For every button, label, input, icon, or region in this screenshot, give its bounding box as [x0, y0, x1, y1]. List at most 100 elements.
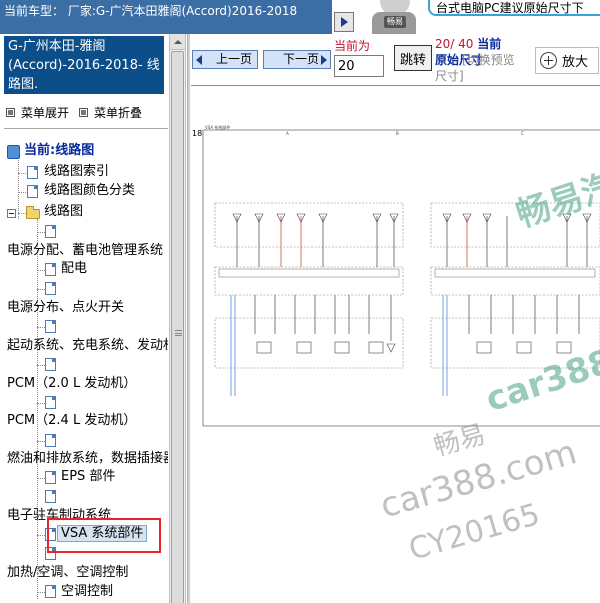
page-toolbar: 上一页 下一页 当前为 跳转 20/ 40 当前 原始尺寸 [切换预览 尺寸] … — [191, 34, 600, 84]
document-icon — [45, 320, 56, 333]
tree-item-eps[interactable]: EPS 部件 — [61, 469, 115, 486]
tree-item-ignition[interactable]: 电源分布、点火开关 — [7, 300, 124, 317]
ad-banner: 畅易 台式电脑PC建议原始尺寸下 — [358, 0, 600, 34]
vehicle-header: 当前车型： 厂家:G-广汽本田雅阁(Accord)2016-2018 — [0, 0, 332, 34]
tree-connector — [37, 441, 45, 442]
tree-current[interactable]: 当前:线路图 — [24, 143, 94, 160]
tree-item-index[interactable]: 线路图索引 — [44, 164, 109, 181]
document-icon — [45, 490, 56, 503]
document-icon — [45, 585, 56, 598]
document-icon — [45, 358, 56, 371]
tree-connector — [37, 535, 45, 536]
unit-b-components — [476, 341, 572, 354]
collapse-icon — [79, 107, 89, 117]
tree-scrollbar[interactable] — [169, 34, 186, 603]
column-mark-c: C — [521, 131, 524, 136]
tree-item-ac-control[interactable]: 空调控制 — [61, 584, 113, 601]
app-window: 当前车型： 厂家:G-广汽本田雅阁(Accord)2016-2018 畅易 台式… — [0, 0, 600, 603]
next-page-label: 下一页 — [282, 52, 319, 66]
tree-item-starting[interactable]: 起动系统、充电系统、发动机 — [7, 338, 168, 355]
arrow-right-icon — [340, 17, 348, 27]
arrow-up-icon — [173, 39, 182, 44]
unit-b-fuse-box — [430, 202, 600, 248]
tree-connector — [37, 403, 45, 404]
arrow-left-icon — [196, 55, 202, 65]
scroll-thumb[interactable] — [171, 51, 184, 603]
unit-a-components — [256, 341, 384, 354]
unit-a-module-strip — [218, 268, 400, 278]
scroll-up-button[interactable] — [170, 34, 185, 50]
arrow-right-icon — [321, 55, 327, 65]
tree-connector — [18, 153, 19, 219]
jump-button[interactable]: 跳转 — [394, 45, 432, 71]
switch-preview-size-option[interactable]: [切换预览 — [462, 51, 515, 68]
unit-b-connectors — [442, 213, 592, 223]
document-icon — [45, 528, 56, 541]
page-number-input[interactable] — [334, 55, 384, 77]
wiring-root-icon — [7, 145, 20, 159]
tree-item-pcm-2-0[interactable]: PCM（2.0 L 发动机） — [7, 376, 136, 393]
document-icon — [27, 185, 38, 198]
next-page-button[interactable]: 下一页 — [263, 50, 331, 69]
menu-expand-button[interactable]: 菜单展开 — [21, 104, 69, 121]
tree-connector — [37, 270, 45, 271]
tree-connector — [37, 232, 45, 233]
tree-item-fuse-box[interactable]: 配电 — [61, 261, 87, 278]
manual-title: G-广州本田-雅阁(Accord)-2016-2018- 线路图. — [4, 36, 164, 94]
column-mark-b: B — [396, 131, 399, 136]
unit-a-fuse-box — [214, 202, 404, 248]
diagram-header-text: VSA 系统部件 — [205, 124, 230, 130]
tree-item-color-class[interactable]: 线路图颜色分类 — [44, 183, 135, 200]
collapse-panel-button[interactable] — [334, 12, 354, 32]
unit-a-wires — [230, 216, 395, 396]
prev-page-button[interactable]: 上一页 — [192, 50, 258, 69]
tree-item-fuel[interactable]: 燃油和排放系统，数据插接器 — [7, 451, 168, 468]
unit-b-module-strip — [434, 268, 596, 278]
document-icon — [45, 396, 56, 409]
tree-collapse-toggle[interactable] — [7, 209, 16, 218]
page-count: 20/ 40 — [435, 37, 474, 51]
tree-connector — [37, 365, 45, 366]
expand-icon — [6, 107, 15, 117]
diagram-viewer[interactable]: 18 VSA 系统部件 A B C 畅易汽 car3882 畅易 car388.… — [191, 86, 600, 603]
tree-connector — [37, 219, 38, 599]
unit-a-module-box — [214, 266, 404, 296]
vehicle-title: 当前车型： 厂家:G-广汽本田雅阁(Accord)2016-2018 — [4, 4, 298, 18]
document-icon — [45, 225, 56, 238]
ad-text: 台式电脑PC建议原始尺寸下 — [428, 0, 600, 16]
tree-connector — [37, 327, 45, 328]
zoom-plus-icon — [540, 52, 557, 69]
tree-connector — [37, 592, 45, 593]
tree-item-power-distribution[interactable]: 电源分配、蓄电池管理系统 — [7, 243, 163, 260]
unit-b-wires — [442, 216, 588, 396]
mascot-badge: 畅易 — [384, 16, 406, 28]
document-icon — [27, 166, 38, 179]
diagram-page-number: 18 — [192, 129, 202, 138]
document-icon — [45, 263, 56, 276]
tree-item-vsa[interactable]: VSA 系统部件 — [57, 525, 148, 542]
current-page-label: 当前为 — [334, 39, 371, 53]
tree-item-hvac[interactable]: 加热/空调、空调控制 — [7, 565, 128, 582]
switch-preview-size-tail[interactable]: 尺寸] — [435, 67, 464, 84]
tree-connector — [37, 289, 45, 290]
tree-item-epb[interactable]: 电子驻车制动系统 — [7, 508, 111, 525]
current-word: 当前 — [477, 37, 502, 51]
page-counter: 20/ 40 当前 — [435, 35, 501, 52]
tree-item-pcm-2-4[interactable]: PCM（2.4 L 发动机） — [7, 413, 136, 430]
document-icon — [45, 282, 56, 295]
prev-page-label: 上一页 — [215, 52, 252, 66]
folder-open-icon — [26, 206, 40, 219]
unit-a-connectors — [232, 213, 399, 353]
menu-collapse-button[interactable]: 菜单折叠 — [94, 104, 142, 121]
tree-item-wiring-folder[interactable]: 线路图 — [44, 204, 83, 221]
unit-b-module-box — [430, 266, 600, 296]
menu-toggle-row: 菜单展开 菜单折叠 — [6, 104, 171, 120]
column-mark-a: A — [286, 131, 289, 136]
panel-splitter[interactable] — [187, 34, 190, 603]
zoom-in-button[interactable]: 放大 — [535, 47, 599, 74]
wiring-diagram: 18 VSA 系统部件 A B C — [192, 124, 600, 427]
grip-icon — [175, 330, 182, 336]
tree-panel: 当前:线路图 线路图索引 线路图颜色分类 线路图 电源分配、蓄电池管理系统 配电… — [4, 128, 168, 603]
document-icon — [45, 434, 56, 447]
zoom-label: 放大 — [562, 55, 589, 70]
